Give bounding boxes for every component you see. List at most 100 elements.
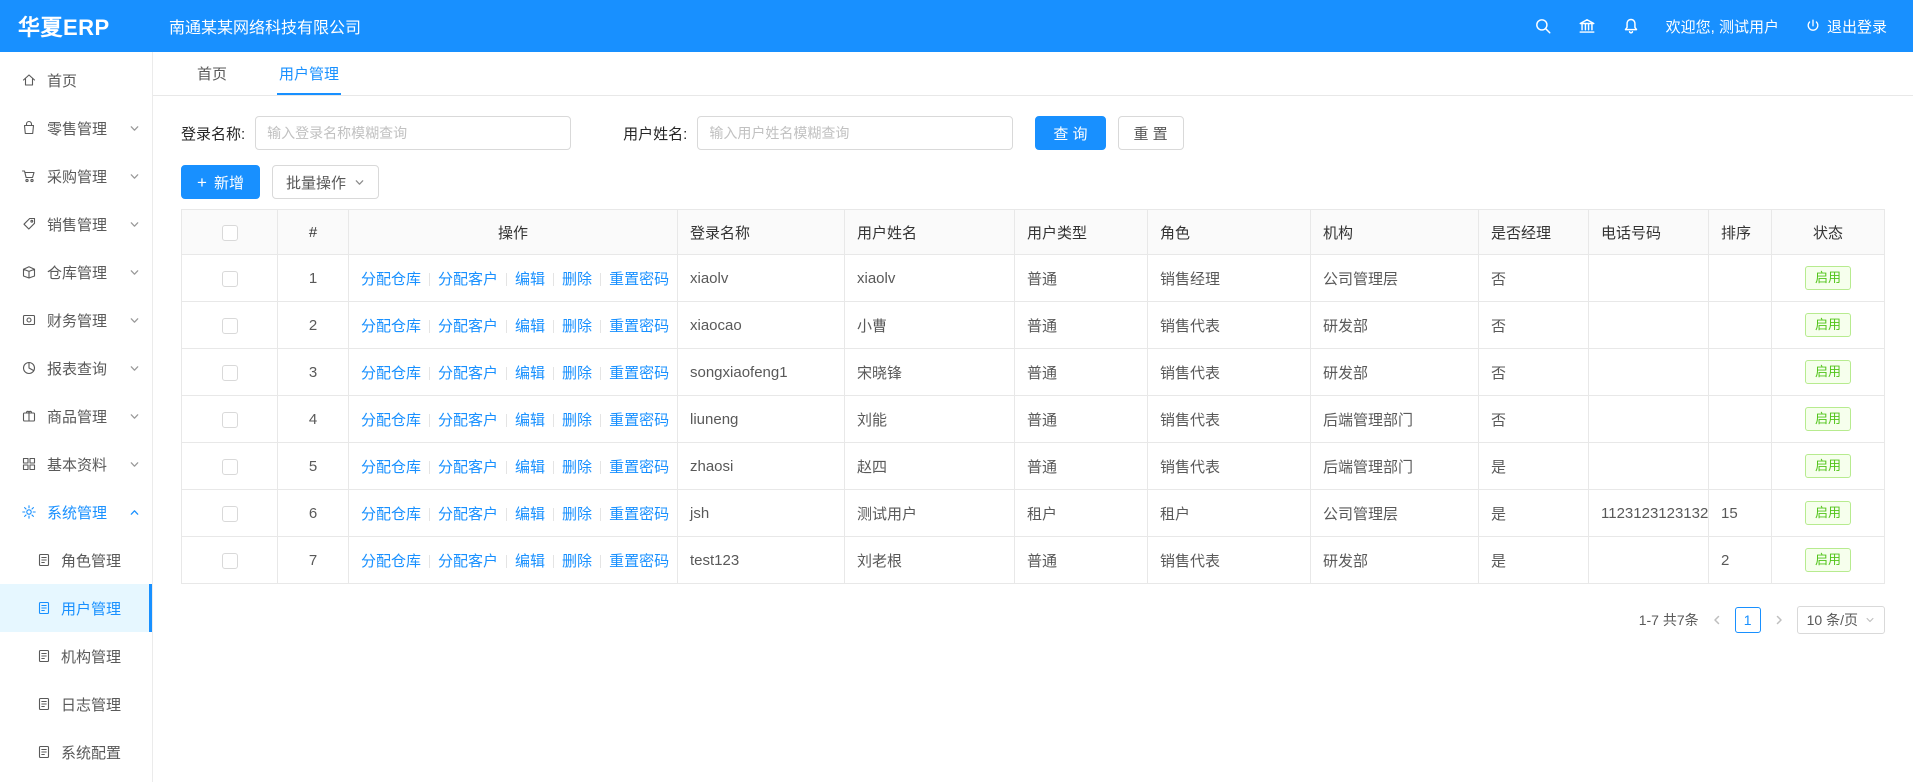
row-checkbox[interactable]	[222, 553, 238, 569]
delete-link[interactable]: 删除	[562, 506, 592, 523]
prev-page-button[interactable]	[1711, 614, 1723, 626]
query-button[interactable]: 查 询	[1035, 116, 1105, 150]
delete-link[interactable]: 删除	[562, 553, 592, 570]
sidebar-item-sale[interactable]: 销售管理	[0, 200, 152, 248]
sidebar-item-goods[interactable]: 商品管理	[0, 392, 152, 440]
delete-link[interactable]: 删除	[562, 318, 592, 335]
edit-link[interactable]: 编辑	[515, 412, 545, 429]
assign-warehouse-link[interactable]: 分配仓库	[361, 318, 421, 335]
cell-user-type: 普通	[1015, 349, 1148, 396]
assign-customer-link[interactable]: 分配客户	[438, 412, 498, 429]
edit-link[interactable]: 编辑	[515, 553, 545, 570]
operation-divider	[429, 414, 430, 427]
column-header: 用户类型	[1015, 210, 1148, 255]
sidebar-subitem-org[interactable]: 机构管理	[0, 632, 152, 680]
column-header: 角色	[1148, 210, 1311, 255]
assign-customer-link[interactable]: 分配客户	[438, 271, 498, 288]
cell-operations: 分配仓库分配客户编辑删除重置密码	[349, 255, 678, 302]
pagination-total: 1-7 共7条	[1639, 610, 1699, 630]
reset-button[interactable]: 重 置	[1118, 116, 1184, 150]
page-size-select[interactable]: 10 条/页	[1797, 606, 1885, 634]
reset-password-link[interactable]: 重置密码	[609, 318, 669, 335]
assign-warehouse-link[interactable]: 分配仓库	[361, 459, 421, 476]
login-name-input[interactable]	[255, 116, 571, 150]
sidebar-subitem-config[interactable]: 系统配置	[0, 728, 152, 776]
row-checkbox[interactable]	[222, 412, 238, 428]
reset-password-link[interactable]: 重置密码	[609, 553, 669, 570]
assign-customer-link[interactable]: 分配客户	[438, 459, 498, 476]
edit-link[interactable]: 编辑	[515, 459, 545, 476]
table-row: 4分配仓库分配客户编辑删除重置密码liuneng刘能普通销售代表后端管理部门否启…	[182, 396, 1885, 443]
assign-warehouse-link[interactable]: 分配仓库	[361, 553, 421, 570]
reset-password-link[interactable]: 重置密码	[609, 459, 669, 476]
search-icon[interactable]	[1534, 17, 1552, 35]
operation-divider	[506, 508, 507, 521]
tab-home[interactable]: 首页	[195, 52, 229, 95]
cell-organization: 研发部	[1311, 349, 1479, 396]
cell-status: 启用	[1772, 443, 1885, 490]
welcome-user[interactable]: 欢迎您, 测试用户	[1666, 16, 1779, 37]
assign-customer-link[interactable]: 分配客户	[438, 318, 498, 335]
assign-warehouse-link[interactable]: 分配仓库	[361, 506, 421, 523]
add-button[interactable]: + 新增	[181, 165, 260, 199]
sidebar-item-purchase[interactable]: 采购管理	[0, 152, 152, 200]
tab-user[interactable]: 用户管理	[277, 52, 341, 95]
column-header: 排序	[1709, 210, 1772, 255]
sidebar-subitem-log[interactable]: 日志管理	[0, 680, 152, 728]
assign-warehouse-link[interactable]: 分配仓库	[361, 412, 421, 429]
row-checkbox[interactable]	[222, 271, 238, 287]
sidebar-item-label: 销售管理	[47, 214, 129, 235]
assign-customer-link[interactable]: 分配客户	[438, 553, 498, 570]
batch-operations-button[interactable]: 批量操作	[272, 165, 379, 199]
cell-organization: 研发部	[1311, 537, 1479, 584]
bank-icon[interactable]	[1578, 17, 1596, 35]
edit-link[interactable]: 编辑	[515, 271, 545, 288]
sidebar-item-label: 系统管理	[47, 502, 129, 523]
assign-warehouse-link[interactable]: 分配仓库	[361, 271, 421, 288]
tabbar: 首页 用户管理	[153, 52, 1913, 96]
sidebar-item-home[interactable]: 首页	[0, 56, 152, 104]
reset-password-link[interactable]: 重置密码	[609, 506, 669, 523]
sidebar-item-system[interactable]: 系统管理	[0, 488, 152, 536]
next-page-button[interactable]	[1773, 614, 1785, 626]
assign-customer-link[interactable]: 分配客户	[438, 365, 498, 382]
select-all-checkbox[interactable]	[222, 225, 238, 241]
reset-password-link[interactable]: 重置密码	[609, 365, 669, 382]
edit-link[interactable]: 编辑	[515, 506, 545, 523]
row-checkbox[interactable]	[222, 365, 238, 381]
sale-icon	[21, 216, 37, 232]
table-row: 3分配仓库分配客户编辑删除重置密码songxiaofeng1宋晓锋普通销售代表研…	[182, 349, 1885, 396]
bell-icon[interactable]	[1622, 17, 1640, 35]
cell-index: 3	[278, 349, 349, 396]
sidebar-item-label: 仓库管理	[47, 262, 129, 283]
plus-icon: +	[197, 174, 207, 191]
current-page-button[interactable]: 1	[1735, 607, 1761, 633]
page-size-value: 10 条/页	[1807, 610, 1858, 630]
sidebar-item-report[interactable]: 报表查询	[0, 344, 152, 392]
delete-link[interactable]: 删除	[562, 412, 592, 429]
edit-link[interactable]: 编辑	[515, 365, 545, 382]
delete-link[interactable]: 删除	[562, 271, 592, 288]
sidebar-item-basic[interactable]: 基本资料	[0, 440, 152, 488]
status-badge: 启用	[1805, 313, 1851, 337]
sidebar-subitem-role[interactable]: 角色管理	[0, 536, 152, 584]
logout-button[interactable]: 退出登录	[1805, 16, 1887, 37]
status-badge: 启用	[1805, 407, 1851, 431]
delete-link[interactable]: 删除	[562, 365, 592, 382]
operation-divider	[600, 320, 601, 333]
sidebar-item-finance[interactable]: 财务管理	[0, 296, 152, 344]
reset-password-link[interactable]: 重置密码	[609, 271, 669, 288]
sidebar-subitem-user[interactable]: 用户管理	[0, 584, 152, 632]
row-checkbox[interactable]	[222, 318, 238, 334]
reset-password-link[interactable]: 重置密码	[609, 412, 669, 429]
sidebar-item-retail[interactable]: 零售管理	[0, 104, 152, 152]
user-name-input[interactable]	[697, 116, 1013, 150]
delete-link[interactable]: 删除	[562, 459, 592, 476]
assign-warehouse-link[interactable]: 分配仓库	[361, 365, 421, 382]
edit-link[interactable]: 编辑	[515, 318, 545, 335]
cell-index: 4	[278, 396, 349, 443]
assign-customer-link[interactable]: 分配客户	[438, 506, 498, 523]
row-checkbox[interactable]	[222, 459, 238, 475]
row-checkbox[interactable]	[222, 506, 238, 522]
sidebar-item-warehouse[interactable]: 仓库管理	[0, 248, 152, 296]
